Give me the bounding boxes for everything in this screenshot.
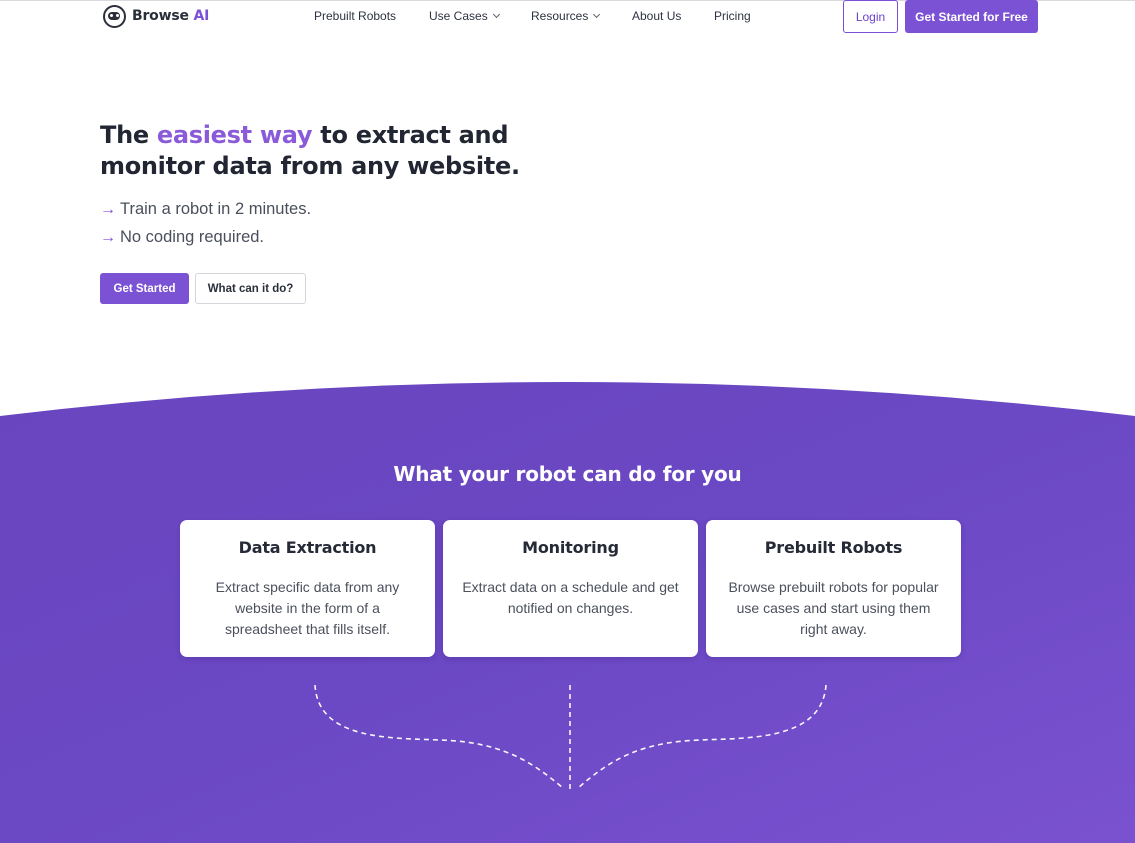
hero-bullet: → No coding required. (100, 228, 265, 246)
robot-head-icon (103, 4, 126, 28)
dashed-connector-lines (314, 684, 827, 790)
hero-bullet: → Train a robot in 2 minutes. (100, 200, 312, 218)
nav-item-resources[interactable]: Resources (531, 9, 601, 23)
feature-card-monitoring: Monitoring Extract data on a schedule an… (443, 520, 698, 657)
card-text: Extract specific data from any website i… (215, 579, 400, 637)
card-title: Data Extraction (238, 538, 377, 557)
nav-item-use-cases[interactable]: Use Cases (429, 9, 500, 23)
feature-card-prebuilt-robots: Prebuilt Robots Browse prebuilt robots f… (706, 520, 961, 657)
arrow-right-icon: → (100, 228, 116, 246)
login-button[interactable]: Login (843, 0, 898, 33)
features-title: What your robot can do for you (393, 462, 742, 486)
what-can-it-do-button[interactable]: What can it do? (195, 273, 306, 304)
chevron-down-icon (492, 10, 500, 19)
logo-text: Browse AI (132, 8, 210, 24)
hero-title-highlight: easiest way (156, 121, 313, 149)
card-text: Extract data on a schedule and get notif… (462, 579, 679, 616)
hero-title: The easiest way to extract and monitor d… (100, 121, 520, 180)
logo[interactable]: Browse AI (103, 4, 209, 28)
card-title: Monitoring (522, 538, 619, 557)
arrow-right-icon: → (100, 200, 116, 218)
chevron-down-icon (593, 10, 601, 19)
feature-card-data-extraction: Data Extraction Extract specific data fr… (180, 520, 435, 657)
site-header: Browse AI Prebuilt Robots Use Cases Reso… (0, 0, 1135, 34)
nav-item-about-us[interactable]: About Us (632, 9, 681, 23)
nav-item-prebuilt-robots[interactable]: Prebuilt Robots (314, 9, 396, 23)
get-started-button[interactable]: Get Started (100, 273, 189, 304)
nav-item-pricing[interactable]: Pricing (714, 9, 751, 23)
card-text: Browse prebuilt robots for popular use c… (728, 579, 939, 637)
get-started-free-button[interactable]: Get Started for Free (905, 0, 1038, 33)
card-title: Prebuilt Robots (764, 538, 903, 557)
